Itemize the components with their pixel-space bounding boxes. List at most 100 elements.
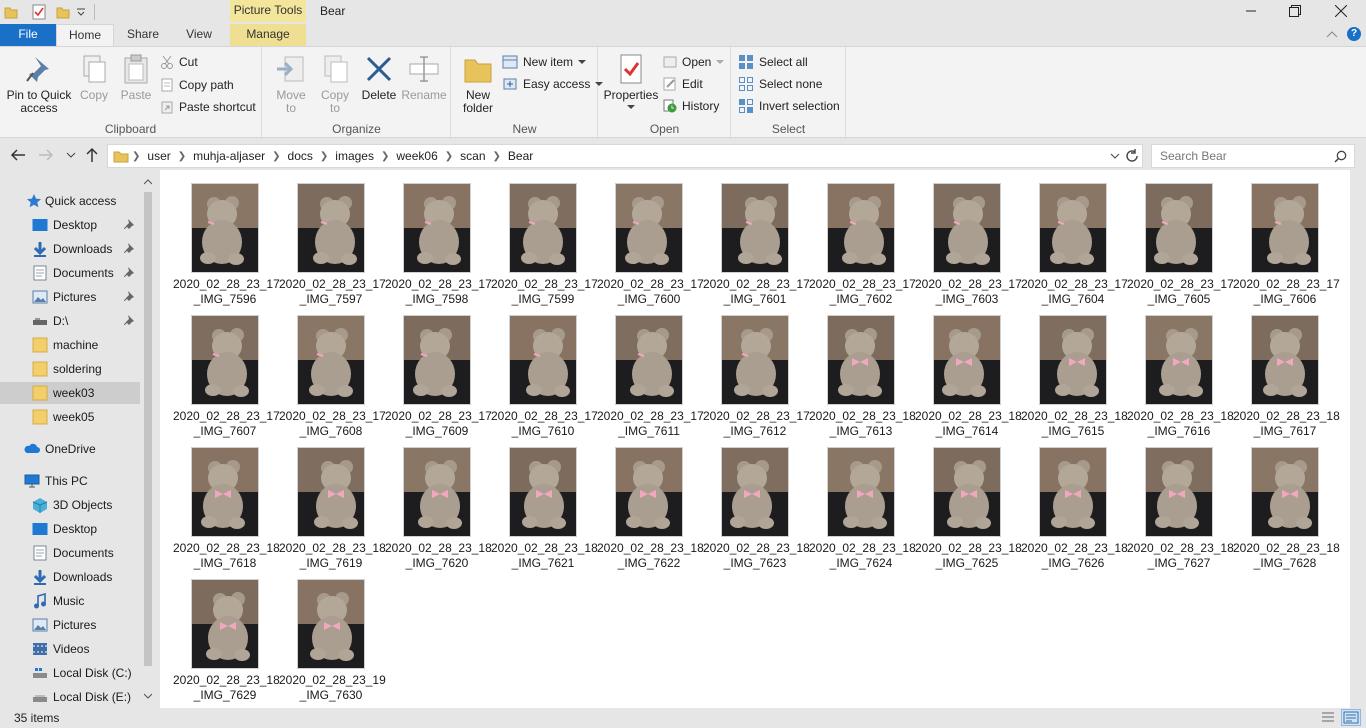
nav-this-pc[interactable]: This PC: [0, 470, 140, 492]
file-item[interactable]: 2020_02_28_23_18 _IMG_7615: [1021, 315, 1128, 441]
image-thumbnail[interactable]: [827, 183, 895, 273]
file-name[interactable]: 2020_02_28_23_19 _IMG_7630: [279, 673, 386, 703]
file-name[interactable]: 2020_02_28_23_18 _IMG_7625: [915, 541, 1022, 571]
new-folder-button[interactable]: New folder: [458, 53, 498, 115]
file-name[interactable]: 2020_02_28_23_17 _IMG_7601: [703, 277, 810, 307]
help-icon[interactable]: ?: [1347, 27, 1361, 41]
breadcrumb-separator[interactable]: ❯: [442, 151, 456, 162]
scroll-up-arrow-icon[interactable]: [144, 178, 152, 186]
properties-qat-button[interactable]: [32, 3, 46, 21]
file-item[interactable]: 2020_02_28_23_17 _IMG_7608: [279, 315, 386, 441]
file-item[interactable]: 2020_02_28_23_17 _IMG_7603: [915, 183, 1022, 309]
nav-pc-desktop[interactable]: Desktop: [0, 518, 140, 540]
file-item[interactable]: 2020_02_28_23_18 _IMG_7616: [1127, 315, 1234, 441]
tab-file[interactable]: File: [0, 24, 56, 46]
nav-qa-d-drive[interactable]: D:\: [0, 310, 140, 332]
new-item-button[interactable]: New item: [502, 52, 587, 72]
image-thumbnail[interactable]: [721, 183, 789, 273]
forward-arrow-icon[interactable]: [38, 148, 54, 162]
scroll-down-arrow-icon[interactable]: [144, 692, 152, 700]
large-icons-view-icon[interactable]: [1341, 709, 1361, 726]
image-thumbnail[interactable]: [191, 447, 259, 537]
file-view-scrollbar[interactable]: [1352, 170, 1366, 716]
breadcrumb-bear[interactable]: Bear: [504, 149, 537, 163]
image-thumbnail[interactable]: [297, 315, 365, 405]
file-name[interactable]: 2020_02_28_23_17 _IMG_7599: [491, 277, 598, 307]
back-arrow-icon[interactable]: [10, 148, 26, 162]
nav-qa-soldering[interactable]: soldering: [0, 358, 140, 380]
file-name[interactable]: 2020_02_28_23_18 _IMG_7613: [809, 409, 916, 439]
details-view-icon[interactable]: [1320, 710, 1336, 724]
select-none-button[interactable]: Select none: [738, 74, 822, 94]
file-name[interactable]: 2020_02_28_23_17 _IMG_7605: [1127, 277, 1234, 307]
edit-button[interactable]: Edit: [663, 74, 703, 94]
nav-pc-documents[interactable]: Documents: [0, 542, 140, 564]
file-name[interactable]: 2020_02_28_23_17 _IMG_7612: [703, 409, 810, 439]
file-item[interactable]: 2020_02_28_23_18 _IMG_7625: [915, 447, 1022, 573]
copy-button[interactable]: Copy: [74, 53, 114, 102]
file-name[interactable]: 2020_02_28_23_18 _IMG_7626: [1021, 541, 1128, 571]
file-name[interactable]: 2020_02_28_23_18 _IMG_7619: [279, 541, 386, 571]
image-thumbnail[interactable]: [403, 447, 471, 537]
image-thumbnail[interactable]: [191, 579, 259, 669]
image-thumbnail[interactable]: [1251, 315, 1319, 405]
pin-to-quick-access-button[interactable]: Pin to Quick access: [4, 53, 74, 115]
breadcrumb-images[interactable]: images: [331, 149, 378, 163]
nav-onedrive[interactable]: OneDrive: [0, 438, 140, 460]
address-history-chevron-icon[interactable]: [1110, 152, 1120, 160]
rename-button[interactable]: Rename: [401, 53, 447, 102]
nav-pc-local-disk-c[interactable]: Local Disk (C:): [0, 662, 140, 684]
nav-qa-week05[interactable]: week05: [0, 406, 140, 428]
image-thumbnail[interactable]: [615, 183, 683, 273]
nav-pc-local-disk-e[interactable]: Local Disk (E:): [0, 686, 140, 706]
nav-qa-week03[interactable]: week03: [0, 382, 140, 404]
nav-qa-downloads[interactable]: Downloads: [0, 238, 140, 260]
breadcrumb-separator[interactable]: ❯: [129, 151, 143, 162]
breadcrumb-separator[interactable]: ❯: [378, 151, 392, 162]
file-item[interactable]: 2020_02_28_23_19 _IMG_7630: [279, 579, 386, 705]
file-item[interactable]: 2020_02_28_23_17 _IMG_7604: [1021, 183, 1128, 309]
image-thumbnail[interactable]: [1145, 447, 1213, 537]
restore-button[interactable]: [1272, 0, 1318, 22]
nav-pc-downloads[interactable]: Downloads: [0, 566, 140, 588]
file-item[interactable]: 2020_02_28_23_17 _IMG_7612: [703, 315, 810, 441]
file-item[interactable]: 2020_02_28_23_17 _IMG_7606: [1233, 183, 1340, 309]
breadcrumb-separator[interactable]: ❯: [490, 151, 504, 162]
file-item[interactable]: 2020_02_28_23_18 _IMG_7620: [385, 447, 492, 573]
file-item[interactable]: 2020_02_28_23_18 _IMG_7613: [809, 315, 916, 441]
file-name[interactable]: 2020_02_28_23_18 _IMG_7628: [1233, 541, 1340, 571]
search-input[interactable]: Search Bear: [1151, 144, 1355, 168]
file-name[interactable]: 2020_02_28_23_18 _IMG_7629: [173, 673, 280, 703]
nav-scrollbar-thumb[interactable]: [144, 192, 152, 666]
file-name[interactable]: 2020_02_28_23_18 _IMG_7627: [1127, 541, 1234, 571]
easy-access-button[interactable]: Easy access: [502, 74, 604, 94]
image-thumbnail[interactable]: [933, 183, 1001, 273]
move-to-button[interactable]: Move to: [269, 53, 313, 115]
image-thumbnail[interactable]: [1039, 183, 1107, 273]
close-button[interactable]: [1318, 0, 1364, 22]
nav-qa-desktop[interactable]: Desktop: [0, 214, 140, 236]
file-item[interactable]: 2020_02_28_23_18 _IMG_7624: [809, 447, 916, 573]
nav-scrollbar[interactable]: [141, 176, 155, 708]
file-item[interactable]: 2020_02_28_23_17 _IMG_7610: [491, 315, 598, 441]
file-name[interactable]: 2020_02_28_23_17 _IMG_7609: [385, 409, 492, 439]
file-item[interactable]: 2020_02_28_23_18 _IMG_7627: [1127, 447, 1234, 573]
delete-button[interactable]: Delete: [359, 53, 399, 102]
open-button[interactable]: Open: [663, 52, 725, 72]
image-thumbnail[interactable]: [509, 315, 577, 405]
file-item[interactable]: 2020_02_28_23_17 _IMG_7611: [597, 315, 704, 441]
up-arrow-icon[interactable]: [84, 147, 100, 163]
image-thumbnail[interactable]: [1039, 447, 1107, 537]
file-item[interactable]: 2020_02_28_23_17 _IMG_7605: [1127, 183, 1234, 309]
file-name[interactable]: 2020_02_28_23_17 _IMG_7607: [173, 409, 280, 439]
breadcrumb-separator[interactable]: ❯: [269, 151, 283, 162]
select-all-button[interactable]: Select all: [738, 52, 808, 72]
recent-locations-chevron-icon[interactable]: [66, 151, 76, 159]
file-view[interactable]: 2020_02_28_23_17 _IMG_7596 2020_02_28_23_1…: [160, 170, 1350, 716]
image-thumbnail[interactable]: [509, 183, 577, 273]
nav-qa-machine[interactable]: machine: [0, 334, 140, 356]
file-item[interactable]: 2020_02_28_23_17 _IMG_7602: [809, 183, 916, 309]
file-name[interactable]: 2020_02_28_23_17 _IMG_7598: [385, 277, 492, 307]
breadcrumb-muhja-aljaser[interactable]: muhja-aljaser: [189, 149, 269, 163]
file-item[interactable]: 2020_02_28_23_18 _IMG_7623: [703, 447, 810, 573]
